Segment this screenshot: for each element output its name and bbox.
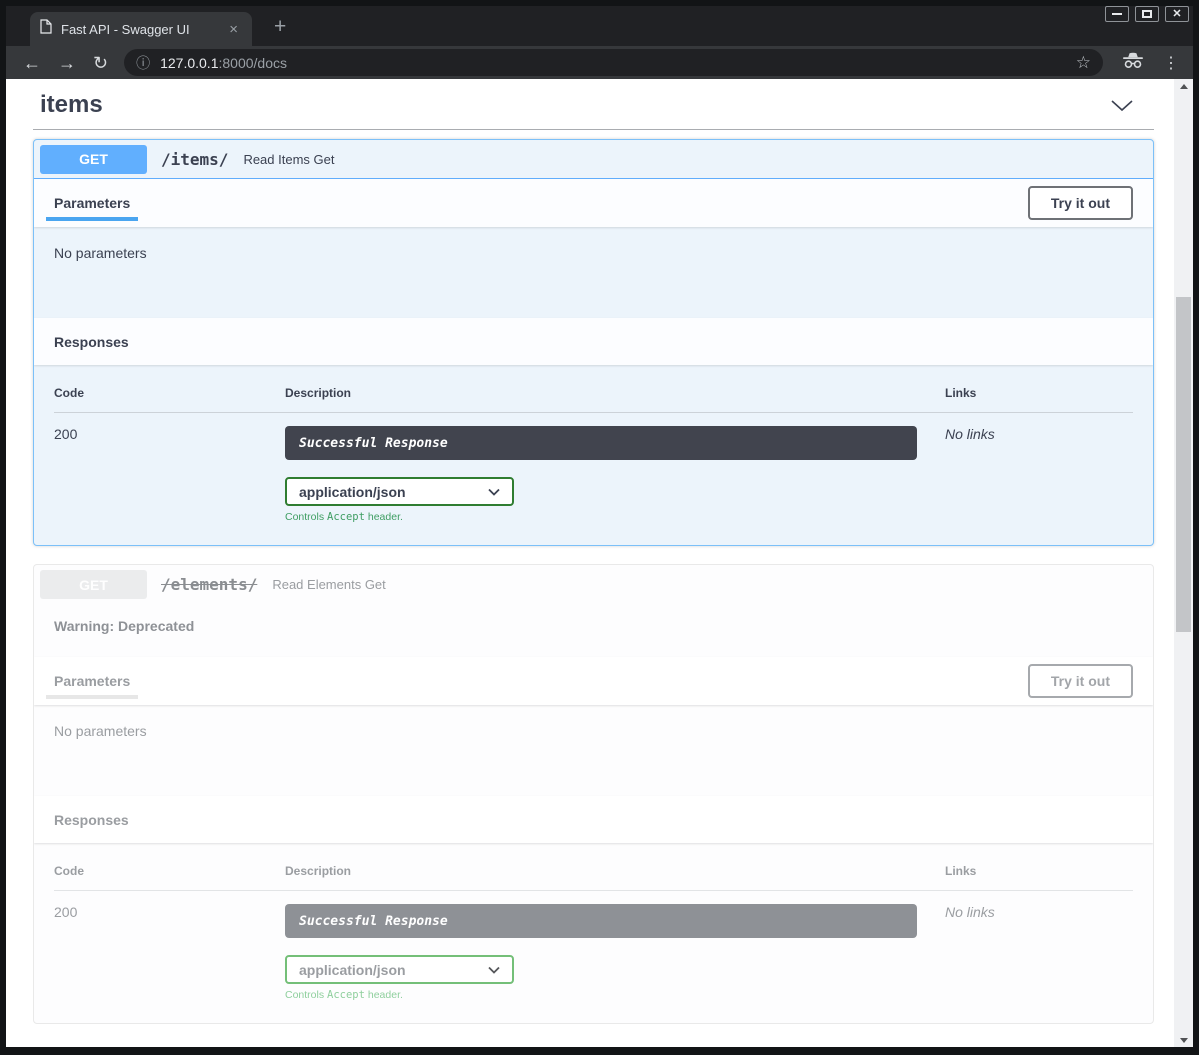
responses-header: Responses bbox=[34, 318, 1153, 365]
parameters-header: Parameters Try it out bbox=[34, 179, 1153, 227]
media-type-select[interactable]: application/json bbox=[285, 477, 514, 506]
info-icon[interactable]: ⓘ bbox=[136, 53, 150, 73]
url-host: 127.0.0.1 bbox=[160, 55, 218, 71]
responses-table: Code Description Links 200 Successful Re… bbox=[34, 365, 1153, 545]
try-it-out-button[interactable]: Try it out bbox=[1028, 186, 1133, 220]
no-links-text: No links bbox=[945, 426, 1133, 523]
description-column-header: Description bbox=[285, 386, 945, 400]
tab-close-icon[interactable]: × bbox=[225, 21, 242, 38]
no-parameters-text: No parameters bbox=[54, 245, 147, 261]
window-controls: ✕ bbox=[1105, 6, 1189, 22]
items-section-header[interactable]: items bbox=[33, 88, 1154, 129]
tab-parameters[interactable]: Parameters bbox=[46, 179, 138, 227]
forward-icon[interactable]: → bbox=[58, 54, 76, 72]
response-description-box: Successful Response bbox=[285, 426, 917, 460]
close-icon: ✕ bbox=[1172, 9, 1181, 20]
responses-title: Responses bbox=[54, 812, 129, 828]
endpoint-summary: Read Elements Get bbox=[272, 577, 385, 592]
browser-menu-icon[interactable]: ⋮ bbox=[1163, 53, 1179, 73]
chevron-down-icon[interactable] bbox=[1110, 99, 1134, 112]
no-links-text: No links bbox=[945, 904, 1133, 1001]
media-type-value: application/json bbox=[299, 962, 406, 978]
media-type-select[interactable]: application/json bbox=[285, 955, 514, 984]
close-window-button[interactable]: ✕ bbox=[1165, 6, 1189, 22]
opblock-get-elements-deprecated: GET /elements/ Read Elements Get Warning… bbox=[33, 564, 1154, 1024]
scrollbar-thumb[interactable] bbox=[1176, 297, 1191, 632]
parameters-header: Parameters Try it out bbox=[34, 657, 1153, 705]
response-row-200: 200 Successful Response application/json… bbox=[54, 891, 1133, 1001]
tab-title: Fast API - Swagger UI bbox=[61, 22, 225, 37]
vertical-scrollbar[interactable] bbox=[1174, 79, 1193, 1047]
try-it-out-button[interactable]: Try it out bbox=[1028, 664, 1133, 698]
parameters-body: No parameters bbox=[34, 227, 1153, 318]
url-path: :8000/docs bbox=[218, 55, 287, 71]
opblock-summary[interactable]: GET /items/ Read Items Get bbox=[34, 140, 1153, 179]
reload-icon[interactable]: ↻ bbox=[93, 54, 108, 72]
endpoint-path: /items/ bbox=[161, 150, 228, 169]
links-column-header: Links bbox=[945, 864, 1133, 878]
opblock-get-items: GET /items/ Read Items Get Parameters Tr… bbox=[33, 139, 1154, 546]
controls-accept-note: Controls Accept header. bbox=[285, 989, 945, 1001]
browser-tab[interactable]: Fast API - Swagger UI × bbox=[30, 12, 252, 46]
back-icon[interactable]: ← bbox=[23, 54, 41, 72]
responses-table-head: Code Description Links bbox=[54, 380, 1133, 413]
links-column-header: Links bbox=[945, 386, 1133, 400]
maximize-button[interactable] bbox=[1135, 6, 1159, 22]
responses-table-head: Code Description Links bbox=[54, 858, 1133, 891]
response-code: 200 bbox=[54, 904, 285, 1001]
responses-title: Responses bbox=[54, 334, 129, 350]
parameters-body: No parameters bbox=[34, 705, 1153, 796]
deprecated-warning: Warning: Deprecated bbox=[34, 604, 1153, 657]
method-badge: GET bbox=[40, 145, 147, 174]
scroll-up-arrow-icon[interactable] bbox=[1174, 79, 1193, 93]
minimize-button[interactable] bbox=[1105, 6, 1129, 22]
tab-parameters[interactable]: Parameters bbox=[46, 657, 138, 705]
section-divider bbox=[33, 129, 1154, 130]
browser-toolbar: ← → ↻ ⓘ 127.0.0.1:8000/docs ☆ ⋮ bbox=[6, 46, 1193, 79]
responses-header: Responses bbox=[34, 796, 1153, 843]
code-column-header: Code bbox=[54, 864, 285, 878]
tab-strip: Fast API - Swagger UI × + ✕ bbox=[6, 6, 1193, 46]
section-title: items bbox=[40, 91, 103, 119]
method-badge: GET bbox=[40, 570, 147, 599]
media-type-value: application/json bbox=[299, 484, 406, 500]
page-document-icon bbox=[40, 19, 52, 39]
bookmark-star-icon[interactable]: ☆ bbox=[1076, 53, 1091, 73]
description-column-header: Description bbox=[285, 864, 945, 878]
controls-accept-note: Controls Accept header. bbox=[285, 511, 945, 523]
minimize-icon bbox=[1112, 13, 1122, 15]
response-code: 200 bbox=[54, 426, 285, 523]
scroll-down-arrow-icon[interactable] bbox=[1174, 1033, 1193, 1047]
url-bar[interactable]: ⓘ 127.0.0.1:8000/docs ☆ bbox=[124, 49, 1103, 76]
responses-table: Code Description Links 200 Successful Re… bbox=[34, 843, 1153, 1023]
no-parameters-text: No parameters bbox=[54, 723, 147, 739]
response-row-200: 200 Successful Response application/json… bbox=[54, 413, 1133, 523]
new-tab-button[interactable]: + bbox=[268, 15, 292, 39]
response-description-box: Successful Response bbox=[285, 904, 917, 938]
endpoint-path: /elements/ bbox=[161, 575, 257, 594]
opblock-summary[interactable]: GET /elements/ Read Elements Get bbox=[34, 565, 1153, 604]
swagger-content: items GET /items/ Read Items Get Paramet… bbox=[6, 79, 1174, 1047]
code-column-header: Code bbox=[54, 386, 285, 400]
maximize-icon bbox=[1142, 10, 1152, 18]
incognito-icon bbox=[1121, 52, 1145, 74]
endpoint-summary: Read Items Get bbox=[243, 152, 334, 167]
page-viewport: items GET /items/ Read Items Get Paramet… bbox=[6, 79, 1193, 1047]
